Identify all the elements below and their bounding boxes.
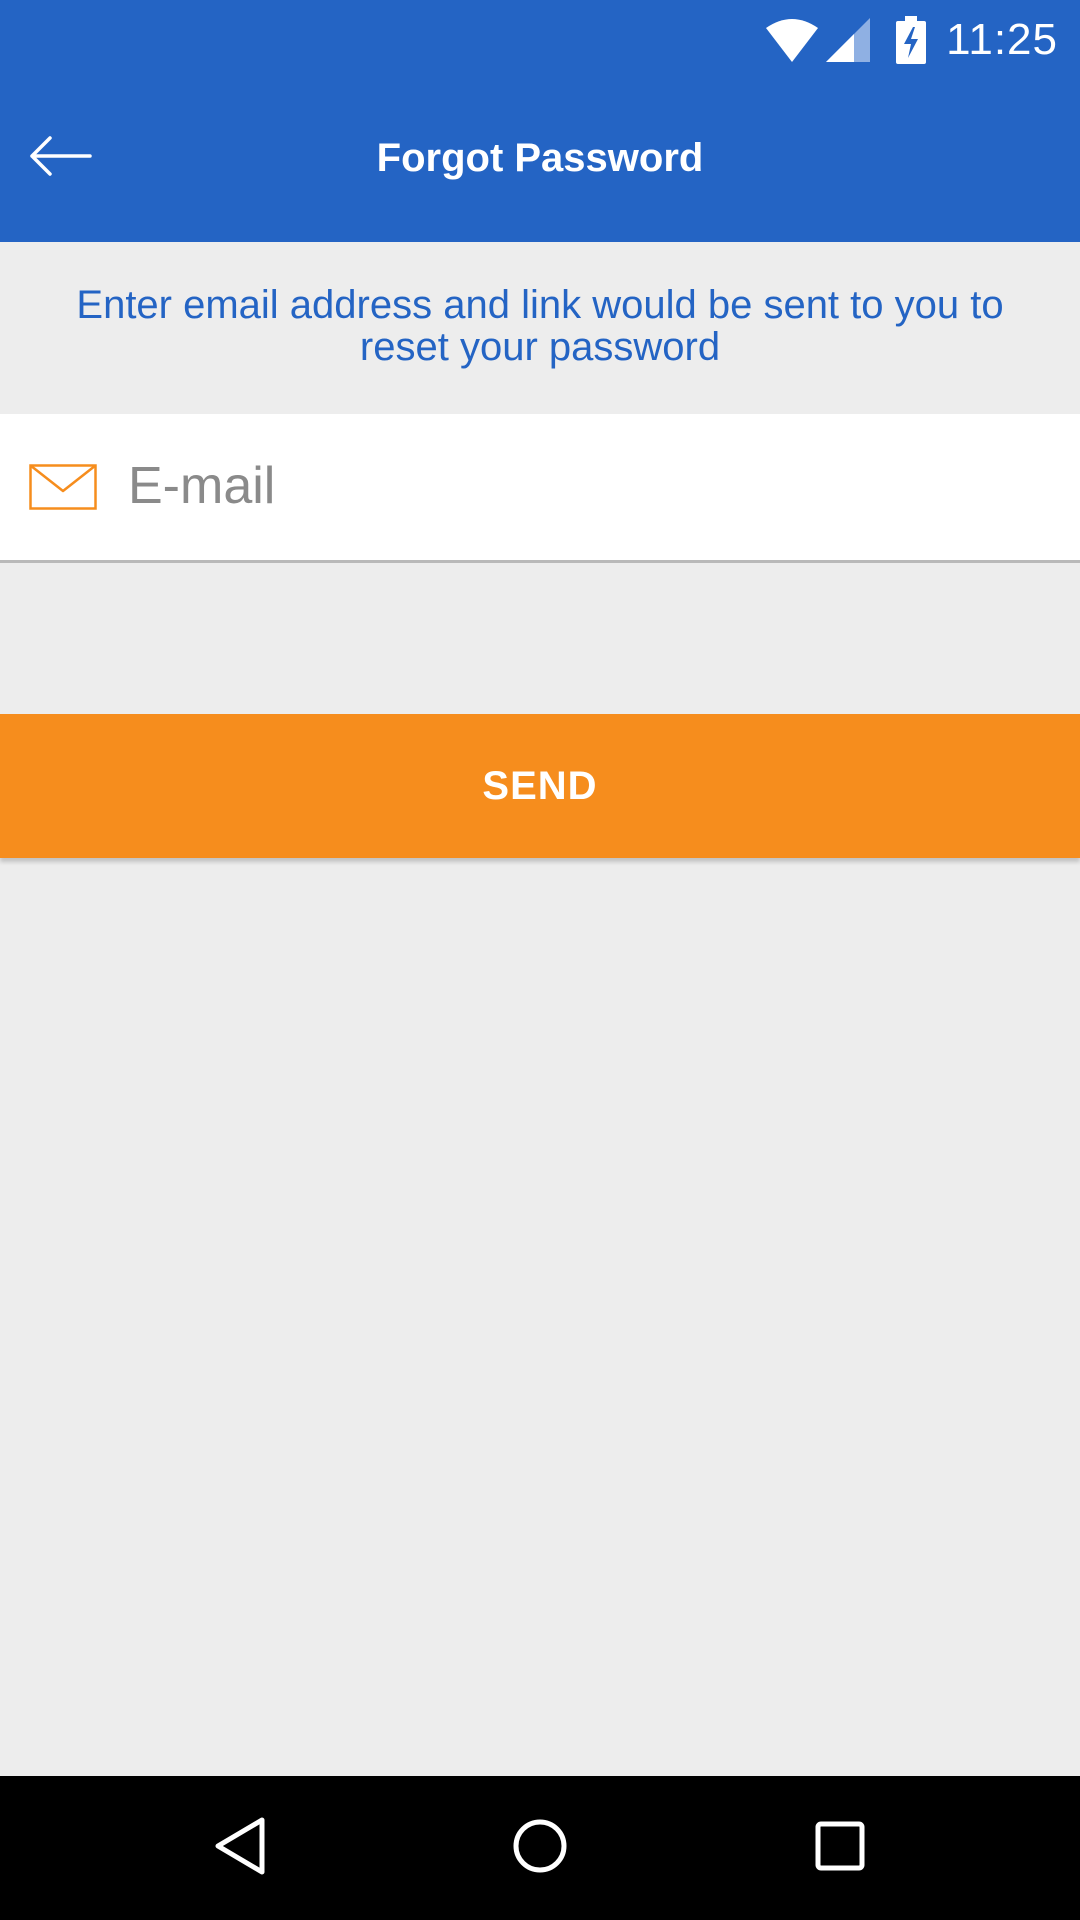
- nav-back-button[interactable]: [204, 1812, 276, 1884]
- nav-home-button[interactable]: [504, 1812, 576, 1884]
- nav-recents-button[interactable]: [804, 1812, 876, 1884]
- navigation-bar: [0, 1776, 1080, 1920]
- nav-recents-icon: [814, 1820, 866, 1877]
- instructions-text: Enter email address and link would be se…: [76, 283, 1004, 369]
- email-field-row: [0, 414, 1080, 563]
- page-title: Forgot Password: [376, 136, 704, 180]
- email-input[interactable]: [128, 444, 1028, 528]
- battery-charging-icon: [896, 16, 927, 64]
- app-bar: 11:25 Forgot Password: [0, 0, 1080, 242]
- status-bar: 11:25: [0, 0, 1080, 78]
- mail-icon: [29, 464, 97, 515]
- signal-icon: [826, 18, 871, 62]
- status-icons: 11:25: [764, 12, 1058, 68]
- wifi-icon: [764, 18, 820, 62]
- status-time: 11:25: [946, 15, 1058, 64]
- toolbar: Forgot Password: [0, 78, 1080, 242]
- nav-back-icon: [212, 1816, 268, 1881]
- send-button[interactable]: SEND: [0, 714, 1080, 858]
- nav-home-icon: [512, 1818, 568, 1879]
